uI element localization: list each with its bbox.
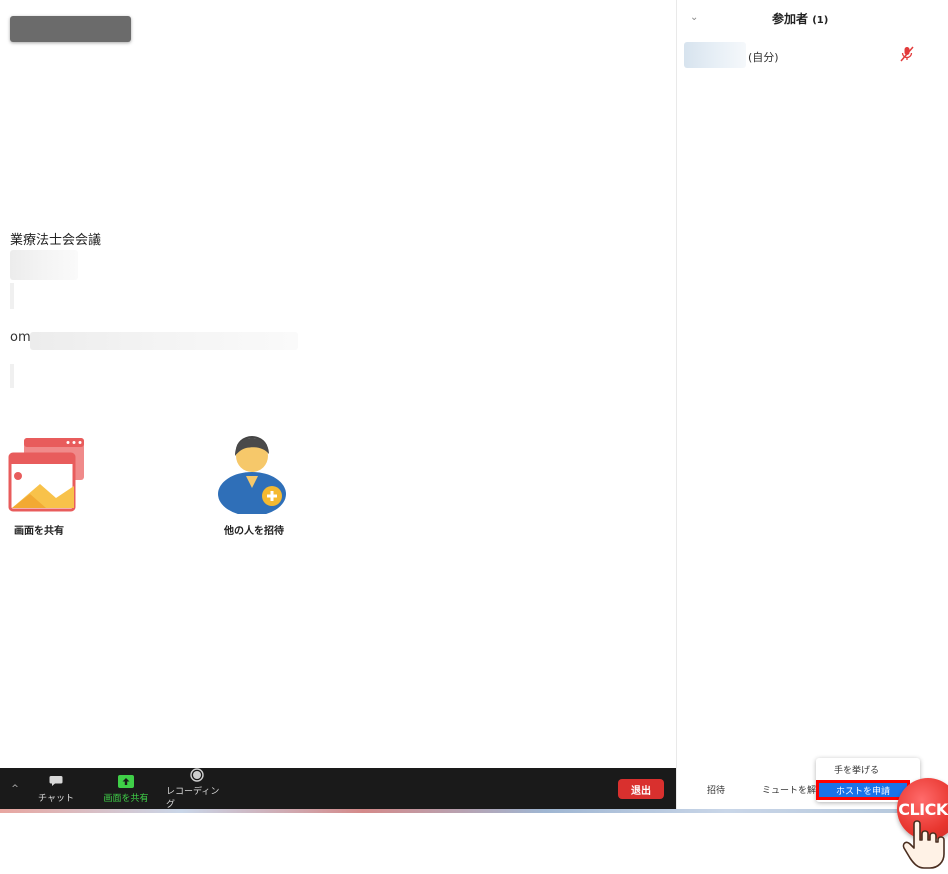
mic-muted-icon[interactable] [900,46,914,62]
invite-link-blurred [10,364,14,388]
participants-title: 参加者 (1) [772,10,828,27]
collapse-chevron-icon[interactable]: ⌄ [690,12,698,23]
participants-title-text: 参加者 [772,12,809,26]
chat-button[interactable]: チャット [36,768,76,809]
host-email-blurred [30,332,298,350]
meeting-passcode-blurred [10,283,14,309]
unmute-all-button[interactable]: ミュートを解除 [762,770,816,809]
pointer-hand-icon [900,806,948,870]
leave-button[interactable]: 退出 [618,779,664,799]
participants-panel [676,0,948,809]
meeting-id-blurred [10,250,78,280]
share-screen-arrow-icon [118,773,134,789]
share-screen-button[interactable]: 画面を共有 [98,768,154,809]
share-screen-icon[interactable] [4,436,88,514]
share-screen-toolbar-label: 画面を共有 [103,794,149,804]
claim-host-menu-item[interactable]: ホストを申請 [816,780,910,800]
participants-count: (1) [812,15,829,26]
chat-label: チャット [38,794,74,804]
record-label: レコーディング [166,786,220,810]
invite-button[interactable]: 招待 [707,770,737,809]
share-screen-label: 画面を共有 [14,526,64,537]
participant-self-suffix: (自分) [748,51,779,64]
participant-name-blurred [684,42,746,68]
meeting-title-bar-blurred [10,16,131,42]
toolbar-caret-icon[interactable]: ^ [10,768,20,809]
invite-person-icon[interactable] [216,432,290,516]
raise-hand-menu-item[interactable]: 手を挙げる [834,763,879,776]
host-email: om [10,330,31,345]
chat-icon [49,773,63,789]
record-button[interactable]: レコーディング [166,767,228,810]
meeting-topic: 業療法士会会議 [10,233,102,248]
record-icon [190,767,204,782]
video-thumbnail-strip [0,809,908,813]
meeting-toolbar: ^ チャット 画面を共有 レコーディング [0,767,676,810]
invite-others-label: 他の人を招待 [224,526,284,537]
meeting-area [0,0,676,768]
